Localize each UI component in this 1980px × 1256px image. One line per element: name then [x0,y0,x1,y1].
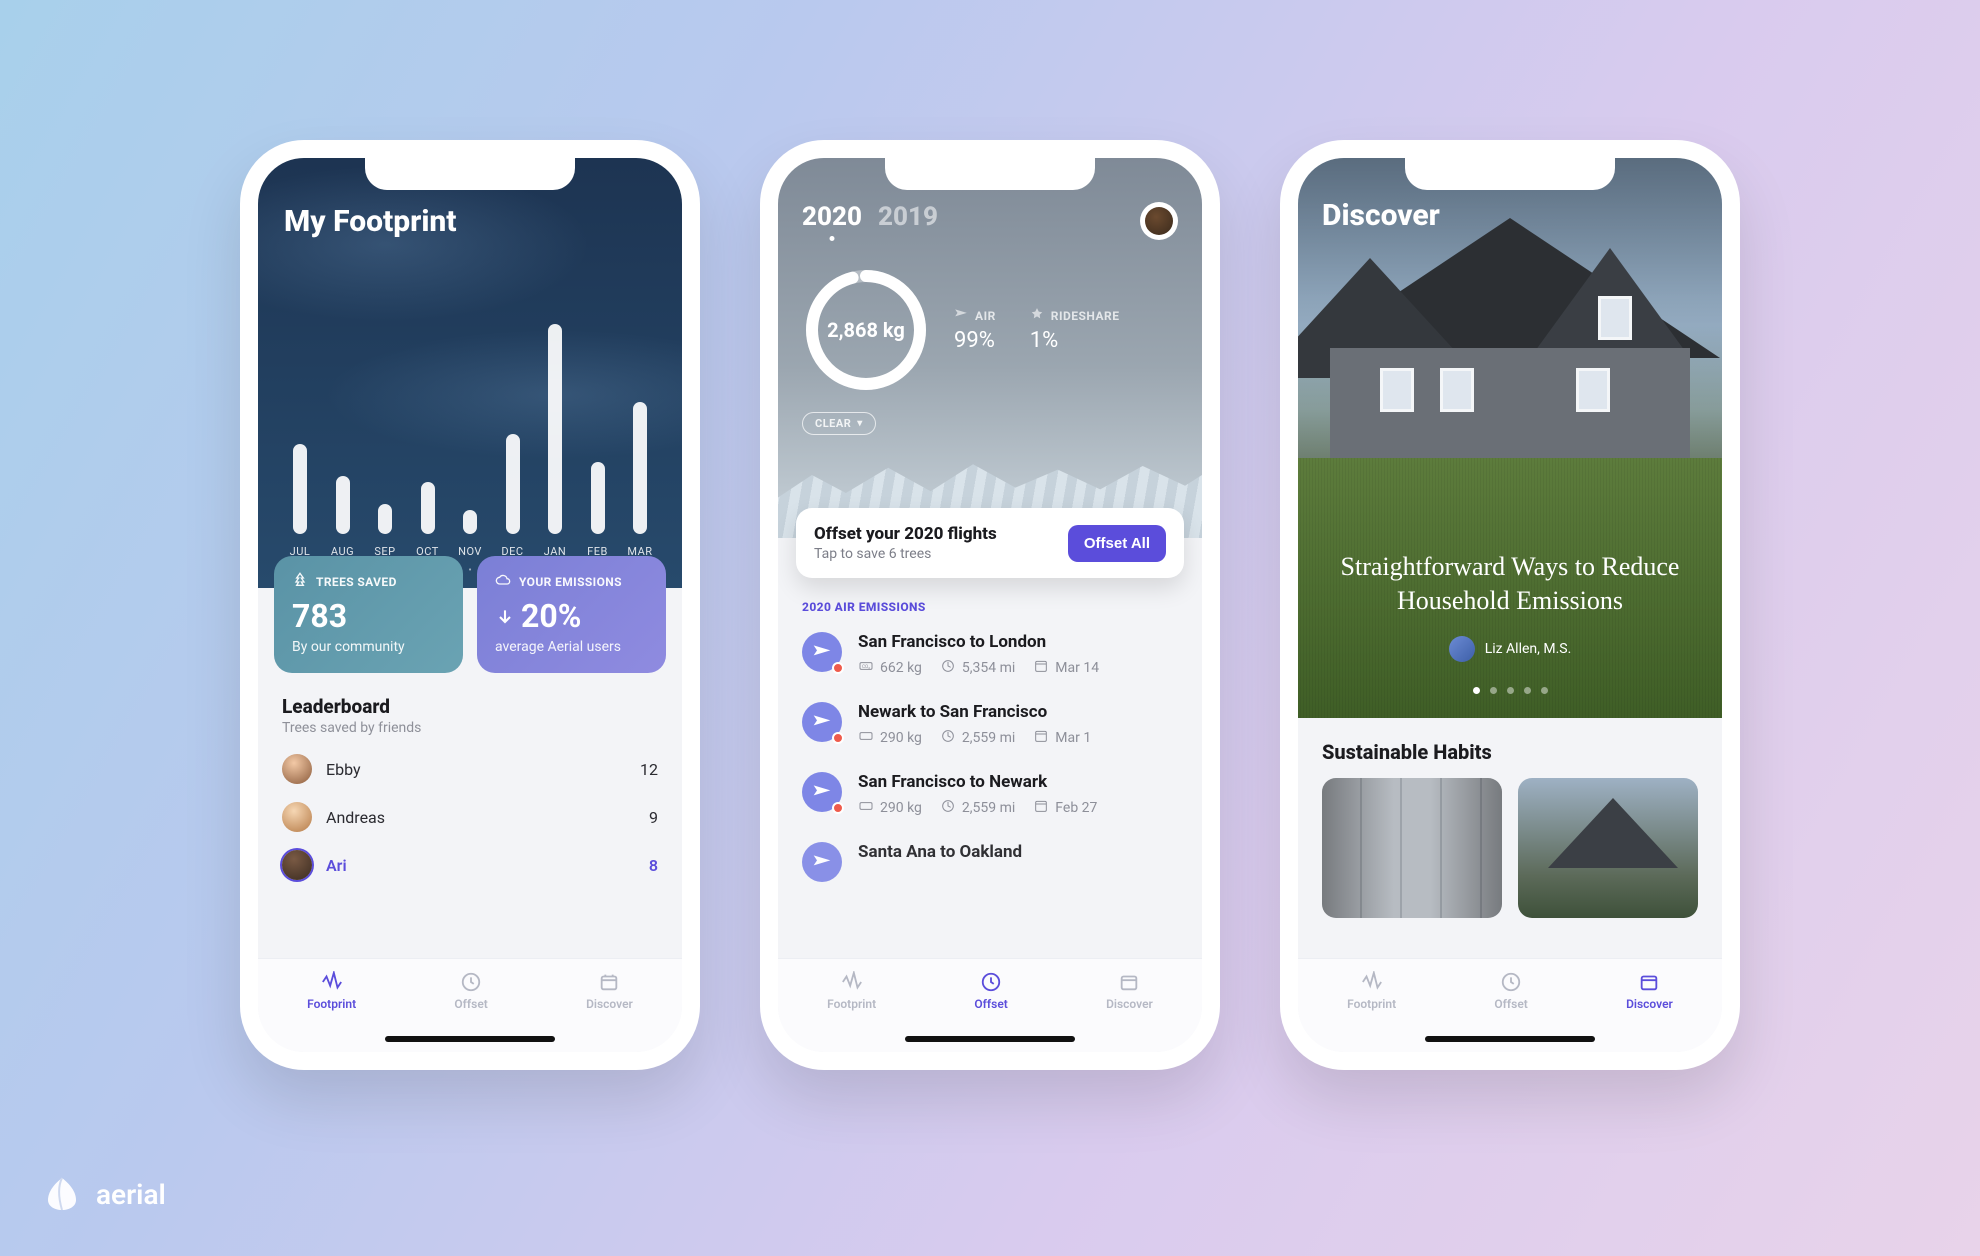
brand-logo: aerial [42,1174,166,1214]
emissions-value: 20% [521,597,581,635]
leaderboard-title: Leaderboard [282,695,658,718]
co2-icon [858,798,874,818]
airplane-icon [802,702,842,742]
tab-offset[interactable]: Offset [1494,971,1527,1011]
flight-row[interactable]: San Francisco to London CO₂662 kg 5,354 … [778,620,1202,690]
emissions-card[interactable]: YOUR EMISSIONS 20% average Aerial users [477,556,666,673]
tab-discover[interactable]: Discover [1626,971,1673,1011]
offset-cta-subtitle: Tap to save 6 trees [814,546,997,562]
avatar [1449,636,1475,662]
tab-footprint[interactable]: Footprint [1347,971,1396,1011]
leaderboard-subtitle: Trees saved by friends [282,720,658,736]
air-emissions-label: 2020 AIR EMISSIONS [778,578,1202,620]
flight-row[interactable]: Newark to San Francisco 290 kg 2,559 mi … [778,690,1202,760]
co2-icon: CO₂ [858,658,874,678]
discover-hero[interactable]: Discover Straightforward Ways to Reduce … [1298,158,1722,718]
clear-button[interactable]: CLEAR ▾ [802,412,876,435]
avatar [282,754,312,784]
tab-offset[interactable]: Offset [974,971,1007,1011]
habit-tile[interactable] [1518,778,1698,918]
year-tab[interactable]: 2019 [878,202,938,232]
page-title: Discover [1322,198,1440,233]
habit-tile[interactable] [1322,778,1502,918]
distance-icon [940,798,956,818]
article-headline: Straightforward Ways to Reduce Household… [1322,550,1698,618]
phone-discover: Discover Straightforward Ways to Reduce … [1280,140,1740,1070]
airplane-icon [802,772,842,812]
device-notch [885,156,1095,190]
flight-row[interactable]: San Francisco to Newark 290 kg 2,559 mi … [778,760,1202,830]
tab-footprint[interactable]: Footprint [307,971,356,1011]
phone-offset: 2020 2019 2,868 kg AIR [760,140,1220,1070]
chevron-down-icon: ▾ [857,418,863,429]
section-title: Sustainable Habits [1322,740,1698,764]
home-indicator[interactable] [1425,1036,1595,1042]
emissions-ring[interactable]: 2,868 kg [802,266,930,394]
tab-discover[interactable]: Discover [586,971,633,1011]
tab-discover[interactable]: Discover [1106,971,1153,1011]
avatar [282,850,312,880]
profile-avatar[interactable] [1140,202,1178,240]
leaderboard-row-me[interactable]: Ari 8 [282,850,658,880]
bar-feb[interactable] [591,462,605,534]
offset-cta-card[interactable]: Offset your 2020 flights Tap to save 6 t… [796,508,1184,578]
trees-saved-value: 783 [292,597,445,635]
home-indicator[interactable] [905,1036,1075,1042]
rideshare-icon [1030,307,1044,324]
leaderboard: Leaderboard Trees saved by friends Ebby … [258,673,682,880]
airplane-icon [954,307,968,324]
bar-nov[interactable] [463,510,477,534]
ring-total: 2,868 kg [802,266,930,394]
footprint-bar-chart[interactable] [284,304,656,534]
flight-row[interactable]: Santa Ana to Oakland [778,830,1202,894]
leaderboard-row[interactable]: Ebby 12 [282,754,658,784]
device-notch [1405,156,1615,190]
bar-jan[interactable] [548,324,562,534]
year-tabs: 2020 2019 [802,202,1178,232]
distance-icon [940,728,956,748]
airplane-icon [802,632,842,672]
bar-sep[interactable] [378,504,392,534]
cloud-icon [495,572,511,591]
mix-air: AIR 99% [954,307,996,353]
bar-aug[interactable] [336,476,350,534]
leaderboard-row[interactable]: Andreas 9 [282,802,658,832]
offset-all-button[interactable]: Offset All [1068,525,1166,562]
co2-icon [858,728,874,748]
page-title: My Footprint [284,204,656,239]
arrow-down-icon [495,597,515,635]
tree-icon [292,572,308,591]
avatar [282,802,312,832]
home-indicator[interactable] [385,1036,555,1042]
trees-saved-card[interactable]: TREES SAVED 783 By our community [274,556,463,673]
bar-mar[interactable] [633,402,647,534]
distance-icon [940,658,956,678]
bar-dec[interactable] [506,434,520,534]
tab-footprint[interactable]: Footprint [827,971,876,1011]
bar-oct[interactable] [421,482,435,534]
calendar-icon [1033,728,1049,748]
svg-text:CO₂: CO₂ [862,664,870,670]
calendar-icon [1033,798,1049,818]
bar-jul[interactable] [293,444,307,534]
year-tab-active[interactable]: 2020 [802,202,862,232]
phone-footprint: My Footprint JULAUGSEP OCTNOVDEC JANFEBM… [240,140,700,1070]
calendar-icon [1033,658,1049,678]
device-notch [365,156,575,190]
airplane-icon [802,842,842,882]
offset-hero: 2020 2019 2,868 kg AIR [778,158,1202,538]
article-author: Liz Allen, M.S. [1298,636,1722,662]
tab-offset[interactable]: Offset [454,971,487,1011]
offset-cta-title: Offset your 2020 flights [814,524,997,544]
carousel-dots[interactable] [1298,687,1722,694]
footprint-hero: My Footprint JULAUGSEP OCTNOVDEC JANFEBM… [258,158,682,588]
house-illustration [1300,218,1720,498]
mix-rideshare: RIDESHARE 1% [1030,307,1120,353]
